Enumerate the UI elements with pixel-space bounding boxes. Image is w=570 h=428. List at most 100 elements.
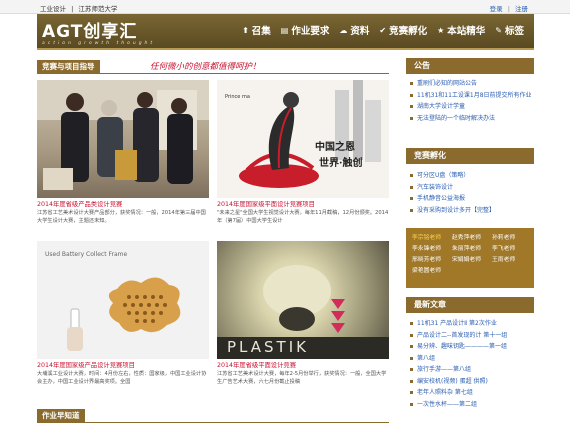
project-card[interactable]: 2014年度省级产品类设计竞赛 江苏省工艺美术设计大赛产品部分，获奖情况：一般，… [37, 80, 209, 225]
register-link[interactable]: 注册 [515, 5, 528, 13]
bullet-icon [410, 116, 413, 120]
bullet-icon [410, 402, 413, 406]
card-title[interactable]: 2014年度省级平面设计竞赛 [217, 362, 389, 370]
teacher-link[interactable]: 王雨老师 [492, 254, 530, 263]
bullet-icon [410, 208, 413, 212]
list-item-text: 没有采购到设计多开【完整】 [417, 206, 496, 214]
battery-frame-illustration [67, 277, 181, 351]
sidebar-title-latest: 最新文章 [406, 297, 534, 313]
list-item-text: 易分辨、趣味钥匙————第一组 [417, 343, 508, 350]
card-description: 大埔溪工业设计大赛，时间：4月份左右，性质：国家级，中国工业设计协会主办，中国工… [37, 371, 207, 385]
incubation-list: 可分区U盘（策略） 汽车装饰设计 手机静音公益海报 没有采购到设计多开【完整】 [410, 170, 534, 216]
cloud-icon: ☁ [339, 25, 348, 35]
list-item[interactable]: 手机静音公益海报 [410, 193, 534, 205]
list-item[interactable]: 重刷们必知的网站公告 [410, 78, 534, 90]
separator: | [507, 5, 510, 13]
star-icon: ★ [437, 25, 445, 35]
teacher-link[interactable]: 李飞老师 [492, 243, 530, 252]
bullet-icon [410, 333, 413, 337]
auth-links: 登录 | 注册 [487, 3, 528, 13]
project-card[interactable]: Prince ma 中国之恩 世界·触创 2014年度国家级平面设计竞赛项目 "… [217, 80, 389, 225]
site-logo[interactable]: AGT创享汇 action growth thought [42, 17, 155, 46]
exhibition-illustration [37, 80, 209, 190]
list-item[interactable]: 11机31和11工设课1月8日前提交所有作业 [410, 90, 534, 102]
list-item[interactable]: 第八组 [410, 353, 534, 365]
upload-icon: ⬆ [242, 25, 249, 35]
teacher-grid: 李宗铭老师 赵秀萍老师 孙莉老师 李永锋老师 朱丽萍老师 李飞老师 邢晓芳老师 … [412, 232, 530, 274]
nav-label: 作业要求 [291, 26, 330, 37]
card-description: "未来之星"全国大学生视觉设计大赛，每年11月截稿，12月份颁奖。2014年（第… [217, 210, 389, 224]
teacher-link[interactable]: 梁艳圆老师 [412, 265, 450, 274]
project-card[interactable]: Used Battery Collect Frame 2014年度国家级产品设计… [37, 241, 209, 386]
login-link[interactable]: 登录 [490, 5, 503, 13]
card-plastik-poster[interactable]: PLASTIK [217, 241, 389, 359]
teacher-link[interactable]: 李宗铭老师 [412, 232, 450, 241]
project-card[interactable]: PLASTIK 2014年度省级平面设计竞赛 江苏省工艺美术设计大赛，每年2-5… [217, 241, 389, 386]
bullet-icon [410, 356, 413, 360]
list-item-text: 11机31和11工设课1月8日前提交所有作业 [417, 91, 532, 99]
main-nav: ⬆ 召集 ▤ 作业要求 ☁ 资料 ✔ 竞赛孵化 ★ 本站精华 ✎ 标签 [242, 23, 524, 38]
list-item[interactable]: 易分辨、趣味钥匙————第一组 [410, 341, 534, 353]
bullet-icon [410, 345, 413, 348]
site-link-industrial-design[interactable]: 工业设计 [40, 5, 66, 13]
bullet-icon [410, 174, 413, 177]
top-bar: 工业设计 | 江苏师范大学 登录 | 注册 [0, 0, 570, 14]
list-item-text: 老年人照料杂 第七组 [417, 389, 473, 396]
list-item[interactable]: 一次性水杯——第二组 [410, 399, 534, 411]
check-icon: ✔ [379, 25, 387, 35]
list-item[interactable]: 产品设计二--首发现的计 第十一组 [410, 330, 534, 342]
list-item-text: 手机静音公益海报 [417, 195, 466, 202]
card-description: 江苏省工艺美术设计大赛，每年2-5月份举行，获奖情况：一般，全国大学生广告艺术大… [217, 371, 387, 385]
nav-label: 标签 [504, 26, 524, 37]
logo-tagline: action growth thought [42, 41, 156, 46]
list-item-text: 第八组 [417, 354, 436, 362]
card-title[interactable]: 2014年度省级产品类设计竞赛 [37, 201, 209, 209]
list-item-text: 湖南大学设计学童 [417, 103, 466, 110]
sidebar-title-incubation: 竞赛孵化 [406, 148, 534, 164]
battery-frame-title: Used Battery Collect Frame [45, 251, 128, 258]
nav-label: 竞赛孵化 [389, 26, 428, 37]
list-item[interactable]: 老年人照料杂 第七组 [410, 387, 534, 399]
card-title[interactable]: 2014年度国家级产品设计竞赛项目 [37, 362, 209, 370]
list-item[interactable]: 没有采购到设计多开【完整】 [410, 205, 534, 217]
poster-caption: Prince ma [225, 94, 250, 100]
list-item[interactable]: 编安校机(视频) 蛋超 供照) [410, 376, 534, 388]
list-item[interactable]: 11机31 产品设计Ⅱ 第2次作业 [410, 318, 534, 330]
card-photo-exhibition[interactable] [37, 80, 209, 198]
nav-item-homework[interactable]: ▤ 作业要求 [281, 23, 330, 38]
nav-item-resources[interactable]: ☁ 资料 [339, 23, 370, 38]
nav-label: 资料 [350, 26, 370, 37]
nav-item-highlights[interactable]: ★ 本站精华 [437, 23, 485, 38]
nav-item-incubation[interactable]: ✔ 竞赛孵化 [379, 23, 428, 38]
bullet-icon [410, 379, 413, 383]
nav-item-tags[interactable]: ✎ 标签 [495, 23, 524, 38]
bullet-icon [410, 185, 413, 189]
poster-headline-b: 世界·触创 [319, 158, 363, 169]
teacher-link[interactable]: 孙莉老师 [492, 232, 530, 241]
bullet-icon [410, 391, 413, 394]
teacher-link[interactable]: 邢晓芳老师 [412, 254, 450, 263]
teacher-link[interactable]: 赵秀萍老师 [452, 232, 490, 241]
slogan: 任何微小的创意都值得呵护！ [150, 62, 261, 72]
card-battery-frame[interactable]: Used Battery Collect Frame [37, 241, 209, 359]
list-item[interactable]: 旅行手游——第八组 [410, 364, 534, 376]
nav-item-convene[interactable]: ⬆ 召集 [242, 23, 271, 38]
site-header: AGT创享汇 action growth thought ⬆ 召集 ▤ 作业要求… [37, 14, 534, 48]
list-item-text: 一次性水杯——第二组 [417, 400, 478, 408]
section-title-homework-preview: 作业早知道 [37, 409, 85, 423]
bullet-icon [410, 93, 413, 97]
teacher-link[interactable]: 宋娟娟老师 [452, 254, 490, 263]
teacher-link[interactable]: 李永锋老师 [412, 243, 450, 252]
list-item[interactable]: 汽车装饰设计 [410, 182, 534, 194]
bullet-icon [410, 197, 413, 200]
site-link-university[interactable]: 江苏师范大学 [78, 5, 117, 13]
tag-icon: ✎ [495, 25, 502, 35]
list-item[interactable]: 可分区U盘（策略） [410, 170, 534, 182]
logo-text: AGT创享汇 [42, 22, 138, 42]
list-item[interactable]: 无法登陆的一个临时解决办法 [410, 113, 534, 125]
teacher-link[interactable]: 朱丽萍老师 [452, 243, 490, 252]
card-poster[interactable]: Prince ma 中国之恩 世界·触创 [217, 80, 389, 198]
bullet-icon [410, 82, 413, 85]
card-title[interactable]: 2014年度国家级平面设计竞赛项目 [217, 201, 389, 209]
list-item[interactable]: 湖南大学设计学童 [410, 101, 534, 113]
